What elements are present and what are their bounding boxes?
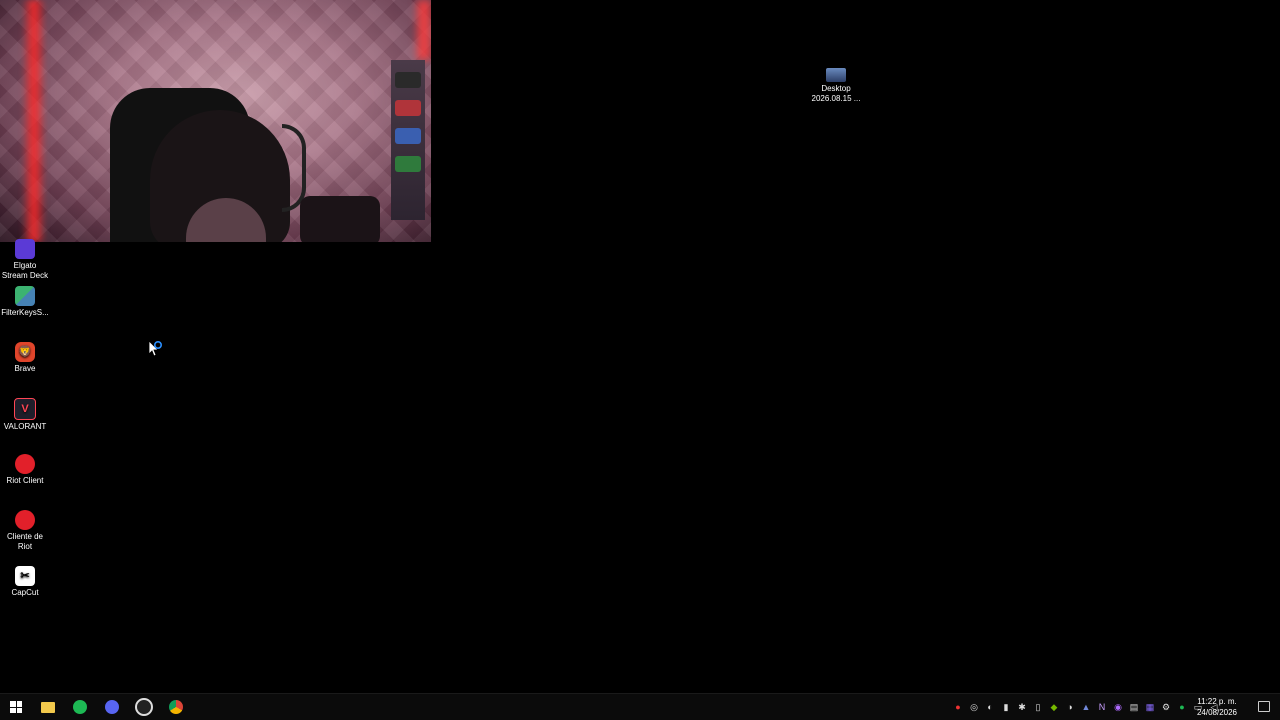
desktop-icon-label: Desktop xyxy=(821,84,851,93)
discord-icon xyxy=(105,700,119,714)
desktop-icon-capcut[interactable]: ✂ CapCut xyxy=(0,566,50,598)
tray-icon[interactable]: N xyxy=(1096,701,1108,713)
webcam-led-strip xyxy=(22,0,46,242)
desktop-icon-label: Elgato Stream Deck xyxy=(1,261,49,280)
tray-icon[interactable]: ◎ xyxy=(968,701,980,713)
desktop-icon-label: Riot Client xyxy=(6,476,44,485)
desktop-icon-riot-client[interactable]: Riot Client xyxy=(0,454,50,486)
webcam-led-strip xyxy=(417,0,431,60)
desktop-icon-label: Brave xyxy=(14,364,36,373)
filterkeys-icon xyxy=(15,286,35,306)
desktop-icon-elgato-stream-deck[interactable]: Elgato Stream Deck xyxy=(0,239,50,281)
taskbar: ● ◎ ◐ ▮ ✱ ▯ ◆ ◑ ▲ N ◉ ▤ ▦ ⚙ ● ▭ ◁ 11:22 … xyxy=(0,693,1280,720)
elgato-stream-deck-icon xyxy=(15,239,35,259)
nvidia-icon[interactable]: ◆ xyxy=(1048,701,1060,713)
webcam-chair-back xyxy=(300,196,380,242)
taskbar-spotify[interactable] xyxy=(64,694,96,720)
screenshot-icon xyxy=(826,68,846,82)
desktop-icon-brave[interactable]: 🦁 Brave xyxy=(0,342,50,374)
tray-icon[interactable]: ⚙ xyxy=(1160,701,1172,713)
tray-icon[interactable]: ◉ xyxy=(1112,701,1124,713)
riot-client-icon xyxy=(15,454,35,474)
webcam-shelf xyxy=(391,60,425,220)
taskbar-file-explorer[interactable] xyxy=(32,694,64,720)
desktop-icon-label: FilterKeysS... xyxy=(1,308,49,317)
mic-muted-icon[interactable]: ● xyxy=(952,701,964,713)
file-explorer-icon xyxy=(41,701,55,713)
desktop-icon-screenshot[interactable]: Desktop 2026.08.15 ... xyxy=(810,68,862,104)
brave-icon: 🦁 xyxy=(15,342,35,362)
desktop-icon-label: CapCut xyxy=(11,588,39,597)
webcam-overlay xyxy=(0,0,431,242)
taskbar-obs[interactable] xyxy=(128,694,160,720)
taskbar-chrome[interactable] xyxy=(160,694,192,720)
desktop-icon-filterkeys[interactable]: FilterKeysS... xyxy=(0,286,50,318)
start-button[interactable] xyxy=(0,694,32,720)
desktop-icon-label: VALORANT xyxy=(3,422,47,431)
desktop-icon-label: Cliente de Riot xyxy=(6,532,44,551)
notifications-icon[interactable] xyxy=(1258,701,1270,712)
clock-time: 11:22 p. m. xyxy=(1197,697,1237,706)
riot-client-icon xyxy=(15,510,35,530)
clock-date: 24/08/2026 xyxy=(1196,708,1238,717)
microphone-icon[interactable]: ▮ xyxy=(1000,701,1012,713)
taskbar-discord[interactable] xyxy=(96,694,128,720)
taskbar-clock[interactable]: 11:22 p. m. 24/08/2026 xyxy=(1194,696,1240,718)
spotify-icon[interactable]: ● xyxy=(1176,701,1188,713)
tray-icon[interactable]: ◐ xyxy=(984,701,996,713)
desktop-icon-valorant[interactable]: V VALORANT xyxy=(0,398,50,432)
chrome-icon xyxy=(169,700,183,714)
capcut-icon: ✂ xyxy=(15,566,35,586)
valorant-icon: V xyxy=(14,398,36,420)
cursor-busy-icon xyxy=(148,340,163,357)
tray-icon[interactable]: ▦ xyxy=(1144,701,1156,713)
tray-icon[interactable]: ✱ xyxy=(1016,701,1028,713)
tray-icon[interactable]: ▤ xyxy=(1128,701,1140,713)
desktop-icon-cliente-de-riot[interactable]: Cliente de Riot xyxy=(0,510,50,552)
system-tray: ● ◎ ◐ ▮ ✱ ▯ ◆ ◑ ▲ N ◉ ▤ ▦ ⚙ ● ▭ ◁ xyxy=(952,694,1220,720)
tray-icon[interactable]: ▲ xyxy=(1080,701,1092,713)
spotify-icon xyxy=(73,700,87,714)
start-icon xyxy=(10,701,22,713)
tray-icon[interactable]: ▯ xyxy=(1032,701,1044,713)
obs-icon xyxy=(135,698,153,716)
desktop-icon-label: 2026.08.15 ... xyxy=(811,94,861,103)
steam-icon[interactable]: ◑ xyxy=(1064,701,1076,713)
